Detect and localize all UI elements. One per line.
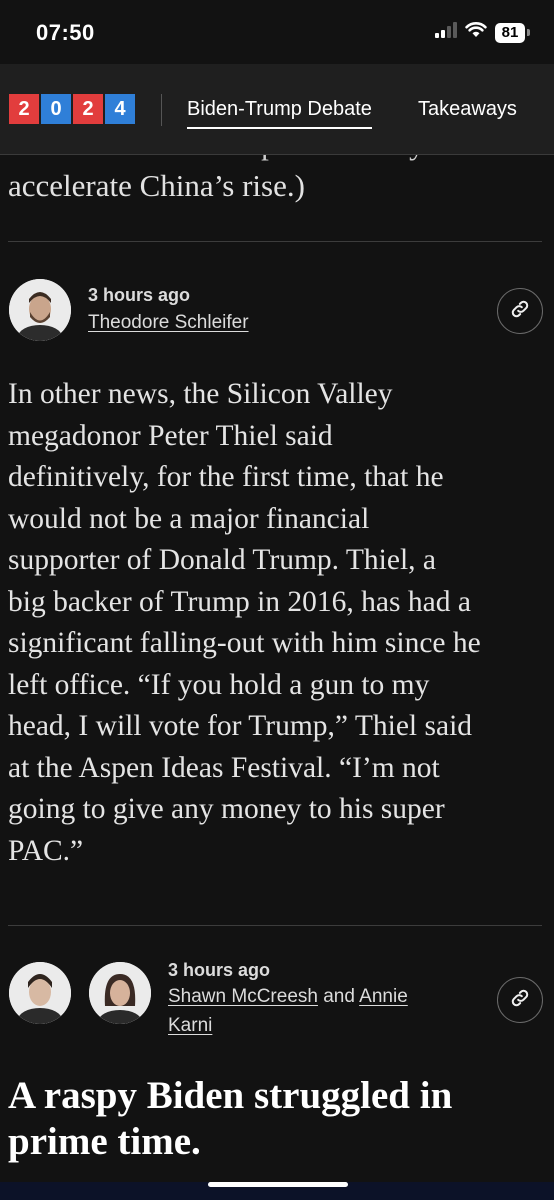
author-link[interactable]: Annie xyxy=(359,986,408,1007)
copy-link-button[interactable] xyxy=(497,977,543,1023)
byline-connector: and xyxy=(323,986,355,1007)
body-line: definitively, for the first time, that h… xyxy=(8,461,444,493)
author-avatar[interactable] xyxy=(89,962,151,1024)
author-link[interactable]: Karni xyxy=(168,1015,212,1036)
headline-line: A raspy Biden struggled in xyxy=(8,1074,453,1117)
body-line: big backer of Trump in 2016, has had a xyxy=(8,585,471,618)
logo-digit: 4 xyxy=(105,94,135,124)
author-link[interactable]: Shawn McCreesh xyxy=(168,986,318,1007)
body-line: PAC.” xyxy=(8,834,84,867)
wifi-icon xyxy=(465,22,487,43)
election-2024-logo-top[interactable]: 2 0 2 4 xyxy=(9,94,135,124)
home-indicator[interactable] xyxy=(208,1182,348,1187)
body-line: supporter of Donald Trump. Thiel, a xyxy=(8,544,436,576)
tab-takeaways-top[interactable]: Takeaways xyxy=(418,98,517,121)
link-icon xyxy=(509,298,531,325)
post-timestamp: 3 hours ago xyxy=(168,960,271,980)
nav-divider-top xyxy=(161,94,162,126)
battery-icon: 81 xyxy=(495,22,525,43)
author-avatar[interactable] xyxy=(9,279,71,341)
status-time: 07:50 xyxy=(36,20,95,45)
copy-link-button[interactable] xyxy=(497,288,543,334)
cellular-signal-icon xyxy=(435,22,457,43)
previous-post-last-line: accelerate China’s rise.) xyxy=(8,168,305,203)
link-icon xyxy=(509,987,531,1014)
body-line: head, I will vote for Trump,” Thiel said xyxy=(8,710,473,742)
post-byline: Shawn McCreesh and Annie Karni xyxy=(168,982,408,1040)
body-line: megadonor Peter Thiel said xyxy=(8,419,333,452)
body-line: In other news, the Silicon Valley xyxy=(8,378,393,410)
post-headline: A raspy Biden struggled in prime time. xyxy=(8,1073,548,1165)
author-avatar[interactable] xyxy=(9,962,71,1024)
status-icons: 81 xyxy=(435,22,530,43)
post-divider xyxy=(8,241,542,242)
author-link[interactable]: Theodore Schleifer xyxy=(88,312,249,333)
body-line: significant falling-out with him since h… xyxy=(8,627,481,659)
battery-cap xyxy=(527,29,530,36)
post-timestamp: 3 hours ago xyxy=(88,285,191,305)
status-bar: 07:50 81 xyxy=(0,0,554,64)
post-byline: Theodore Schleifer xyxy=(88,308,249,337)
body-line: would not be a major financial xyxy=(8,502,370,535)
logo-digit: 2 xyxy=(9,94,39,124)
post-divider xyxy=(8,925,542,926)
logo-digit: 0 xyxy=(41,94,71,124)
headline-line: prime time. xyxy=(8,1120,201,1163)
tab-biden-trump-debate-top[interactable]: Biden-Trump Debate xyxy=(187,98,372,129)
body-line: going to give any money to his super xyxy=(8,793,445,825)
logo-digit: 2 xyxy=(73,94,103,124)
body-line: at the Aspen Ideas Festival. “I’m not xyxy=(8,751,440,784)
post-body: In other news, the Silicon Valley megado… xyxy=(8,374,548,872)
body-line: left office. “If you hold a gun to my xyxy=(8,668,430,701)
